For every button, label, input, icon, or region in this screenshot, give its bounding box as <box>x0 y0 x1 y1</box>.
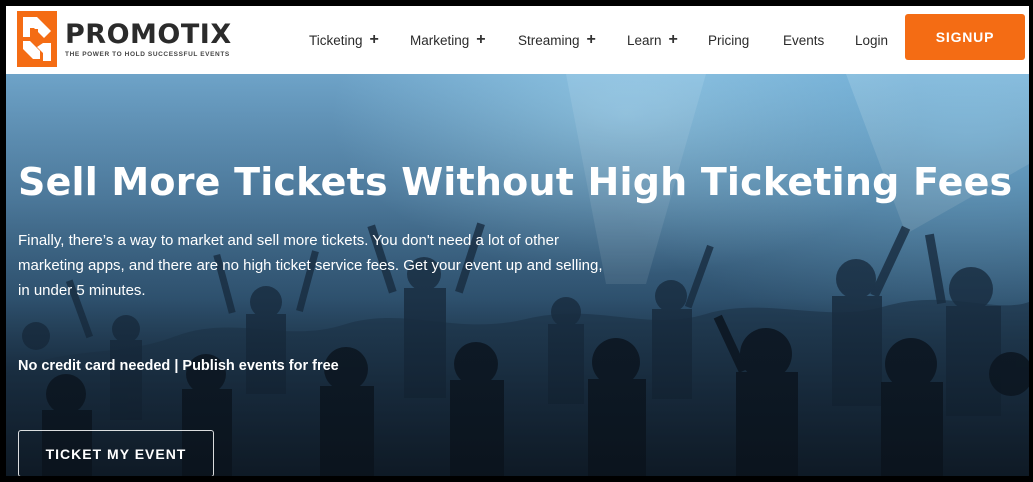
nav-label: Streaming <box>518 32 580 48</box>
nav-item-login[interactable]: Login <box>855 30 888 50</box>
ticket-my-event-button[interactable]: TICKET MY EVENT <box>18 430 214 476</box>
nav-label: Pricing <box>708 32 750 48</box>
hero-description: Finally, there’s a way to market and sel… <box>18 232 603 299</box>
main-nav: Ticketing + Marketing + Streaming + Lear… <box>6 6 1029 74</box>
nav-item-streaming[interactable]: Streaming + <box>518 30 596 50</box>
site-header: PROMOTIX THE POWER TO HOLD SUCCESSFUL EV… <box>6 6 1029 74</box>
hero-section: Sell More Tickets Without High Ticketing… <box>6 74 1029 476</box>
nav-label: Login <box>855 32 889 48</box>
plus-icon: + <box>586 31 596 48</box>
hero-title: Sell More Tickets Without High Ticketing… <box>18 160 1013 204</box>
plus-icon: + <box>476 31 486 48</box>
nav-label: Events <box>783 32 825 48</box>
nav-label: Learn <box>627 32 662 48</box>
nav-item-marketing[interactable]: Marketing + <box>410 30 486 50</box>
signup-button[interactable]: SIGNUP <box>905 14 1025 60</box>
plus-icon: + <box>369 31 379 48</box>
nav-item-ticketing[interactable]: Ticketing + <box>309 30 379 50</box>
nav-item-pricing[interactable]: Pricing <box>708 30 749 50</box>
hero-note: No credit card needed | Publish events f… <box>18 358 339 374</box>
nav-label: Ticketing <box>309 32 363 48</box>
nav-label: Marketing <box>410 32 470 48</box>
nav-item-learn[interactable]: Learn + <box>627 30 678 50</box>
nav-item-events[interactable]: Events <box>783 30 824 50</box>
browser-viewport: PROMOTIX THE POWER TO HOLD SUCCESSFUL EV… <box>0 0 1033 482</box>
plus-icon: + <box>668 31 678 48</box>
